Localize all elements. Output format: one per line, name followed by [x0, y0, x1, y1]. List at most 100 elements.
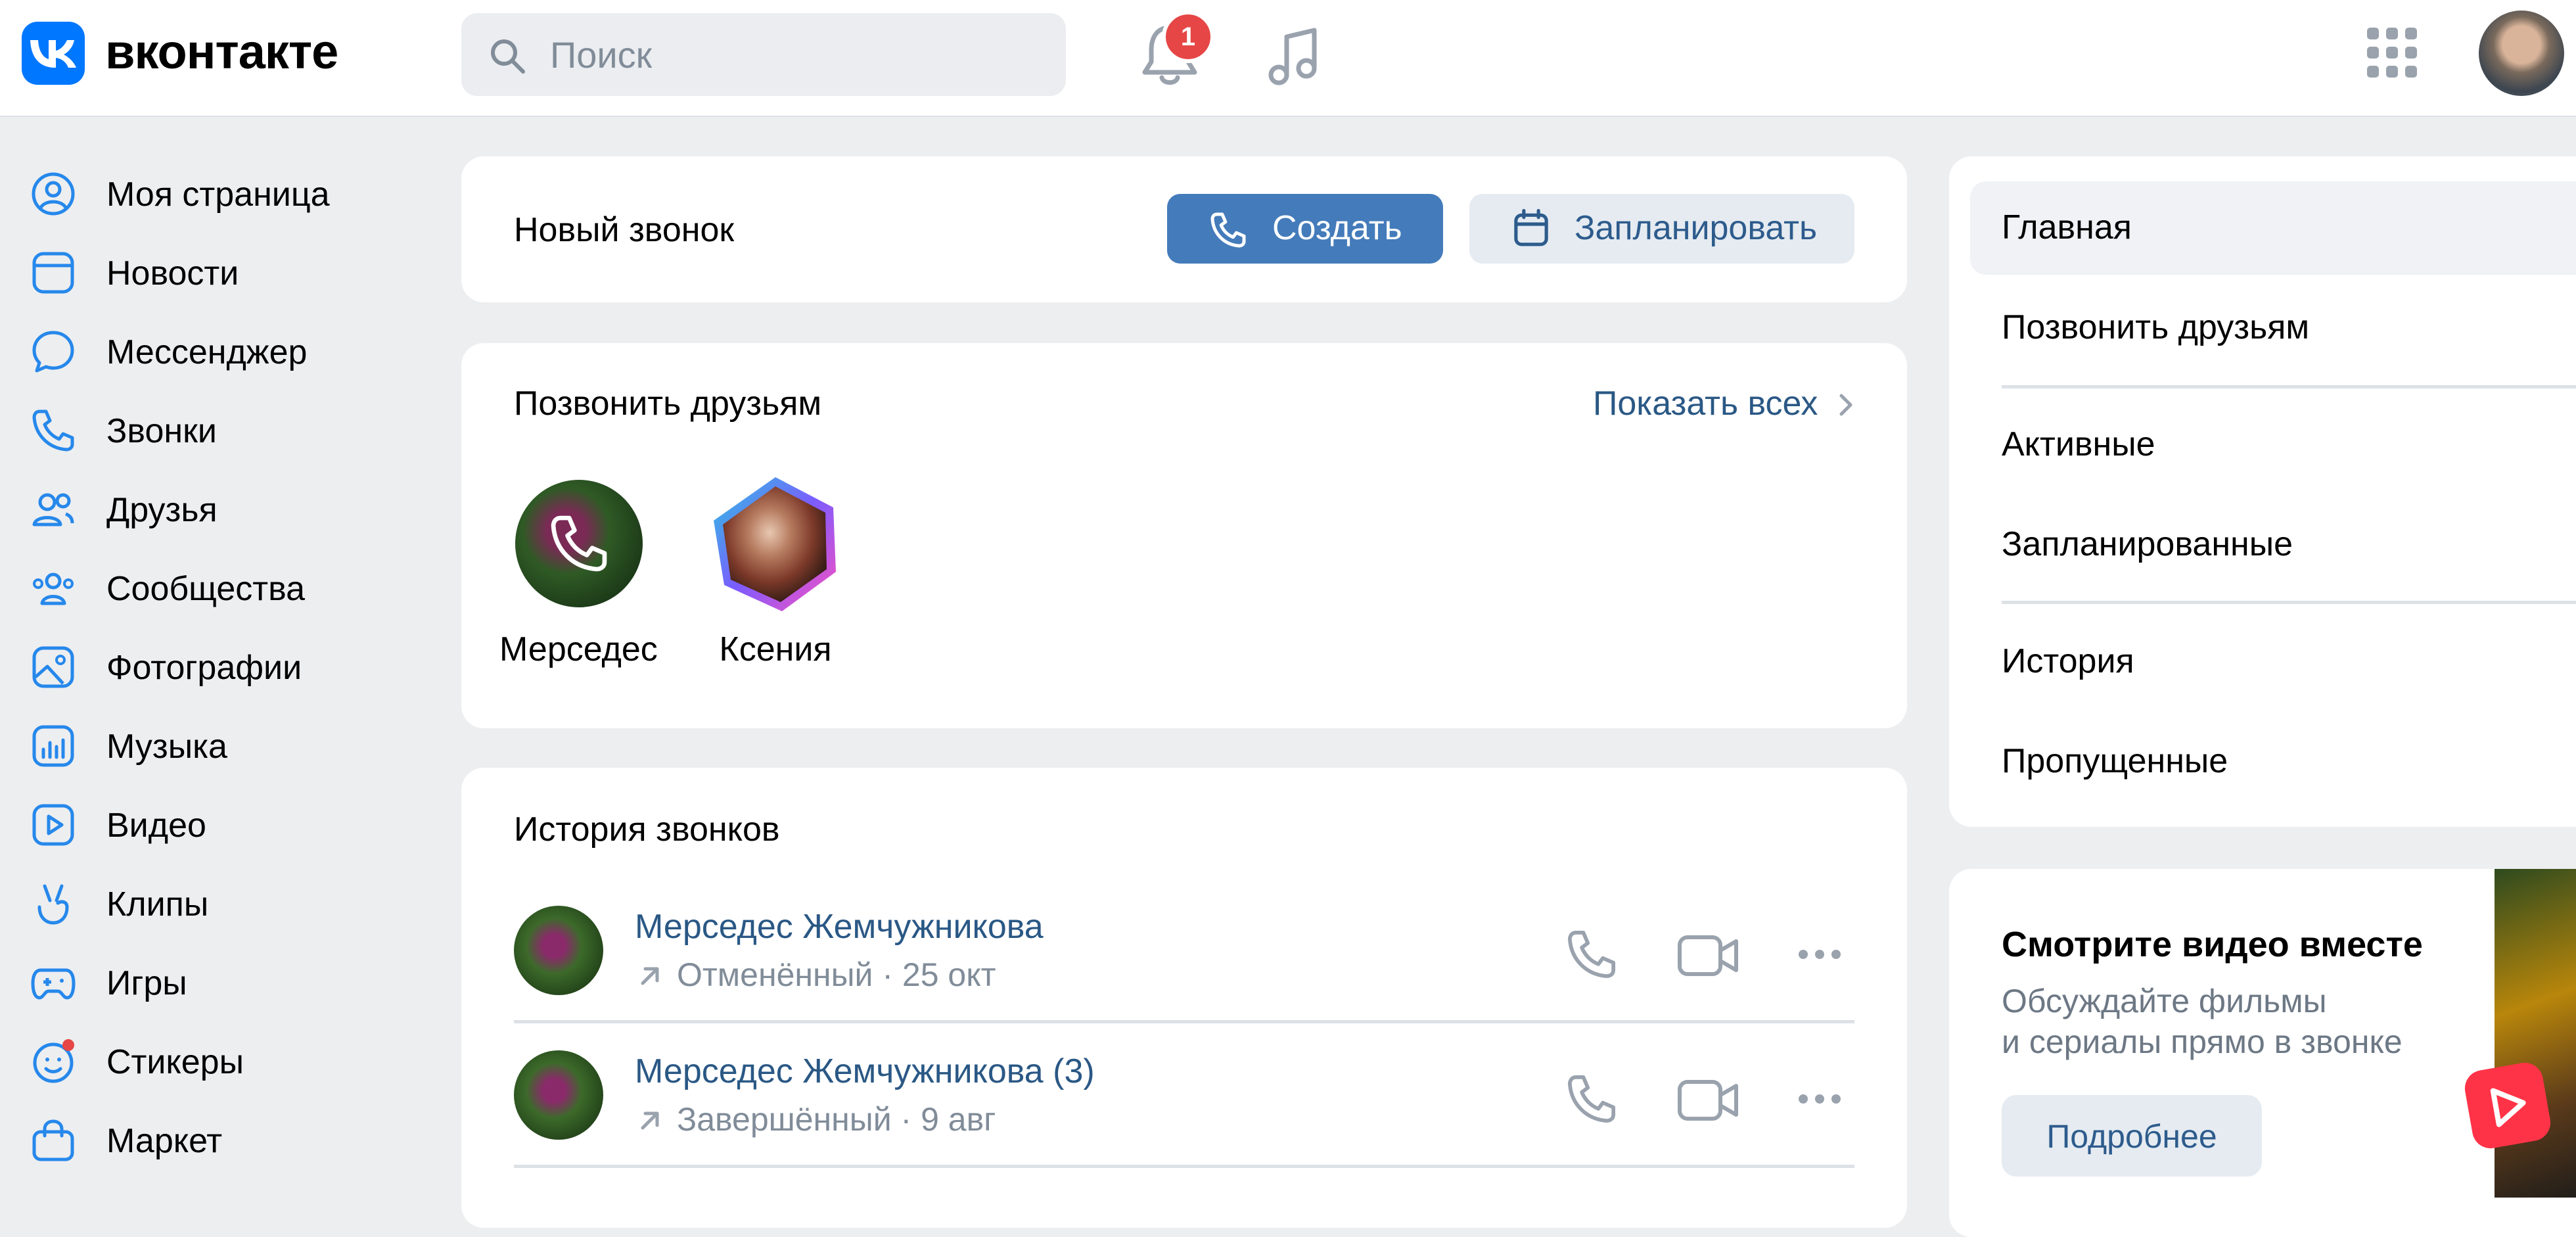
sidebar-item-clips[interactable]: Клипы: [26, 874, 421, 933]
history-row[interactable]: Мерседес Жемчужникова (3) Завершённый · …: [514, 1046, 1854, 1165]
row-divider: [514, 1165, 1854, 1168]
sidebar: Моя страница Новости Мессенджер Звонки Д…: [0, 164, 434, 1191]
sidebar-item-video[interactable]: Видео: [26, 795, 421, 854]
menu-item-history[interactable]: История: [2002, 642, 2134, 681]
call-friends-title: Позвонить друзьям: [514, 385, 822, 423]
vk-logo-icon[interactable]: [22, 22, 85, 85]
more-button-label: Подробнее: [2046, 1118, 2217, 1155]
create-call-button[interactable]: Создать: [1167, 194, 1443, 264]
menu-item-active[interactable]: Активные: [2002, 425, 2155, 464]
sidebar-item-photos[interactable]: Фотографии: [26, 638, 421, 697]
menu-divider: [2002, 601, 2576, 604]
menu-divider: [2002, 385, 2576, 388]
sidebar-item-label: Друзья: [106, 491, 218, 529]
menu-item-call-friends[interactable]: Позвонить друзьям: [2002, 308, 2309, 347]
sidebar-item-label: Музыка: [106, 728, 227, 766]
grid-icon: [2367, 28, 2417, 78]
games-icon: [31, 968, 76, 1000]
chevron-right-icon: [1839, 394, 1852, 416]
logo-text[interactable]: вконтакте: [105, 24, 338, 80]
outgoing-arrow-icon: [641, 967, 659, 985]
music-note-icon: [1268, 28, 1317, 85]
search-input[interactable]: Поиск: [461, 13, 1066, 96]
sidebar-item-stickers[interactable]: Стикеры: [26, 1032, 421, 1091]
video-camera-icon[interactable]: [1677, 1077, 1740, 1124]
call-status: Отменённый · 25 окт: [677, 956, 996, 993]
communities-icon: [33, 572, 74, 605]
top-bar: вконтакте Поиск 1: [0, 0, 2576, 117]
notification-badge: 1: [1162, 11, 1214, 63]
search-icon: [491, 39, 525, 74]
sidebar-item-my-page[interactable]: Моя страница: [26, 164, 421, 223]
contact-name[interactable]: Мерседес Жемчужникова: [635, 907, 1044, 946]
promo-illustration: [2495, 869, 2576, 1198]
contact-name[interactable]: Мерседес Жемчужникова (3): [635, 1052, 1095, 1091]
phone-icon: [1210, 212, 1246, 248]
sidebar-item-calls[interactable]: Звонки: [26, 401, 421, 460]
show-all-label: Показать всех: [1593, 385, 1818, 423]
more-icon[interactable]: [1797, 948, 1843, 961]
sidebar-item-label: Новости: [106, 254, 239, 292]
calendar-icon: [1514, 208, 1548, 246]
menu-item-main[interactable]: Главная: [2002, 208, 2132, 247]
sidebar-item-communities[interactable]: Сообщества: [26, 559, 421, 618]
sidebar-item-label: Сообщества: [106, 570, 306, 608]
create-label: Создать: [1272, 209, 1402, 247]
video-icon: [32, 804, 74, 846]
friend-name: Ксения: [719, 630, 832, 668]
more-icon[interactable]: [1797, 1092, 1843, 1106]
stickers-icon: [33, 1039, 74, 1083]
clips-icon: [37, 884, 69, 925]
sidebar-item-label: Игры: [106, 964, 187, 1002]
call-status: Завершённый · 9 авг: [677, 1101, 996, 1138]
sidebar-item-label: Клипы: [106, 885, 209, 923]
sidebar-item-market[interactable]: Маркет: [26, 1111, 421, 1170]
video-camera-icon[interactable]: [1677, 932, 1740, 979]
message-icon: [32, 331, 74, 373]
sidebar-item-label: Видео: [106, 806, 206, 845]
schedule-call-button[interactable]: Запланировать: [1469, 194, 1854, 264]
outgoing-arrow-icon: [641, 1111, 659, 1130]
call-history-title: История звонков: [514, 810, 780, 849]
contact-avatar: [514, 906, 603, 995]
music-button[interactable]: [1262, 22, 1327, 88]
sidebar-item-label: Стикеры: [106, 1043, 244, 1081]
friend-avatar: [714, 477, 836, 611]
sidebar-item-label: Мессенджер: [106, 333, 308, 371]
sidebar-item-games[interactable]: Игры: [26, 953, 421, 1012]
sidebar-item-label: Звонки: [106, 412, 217, 450]
menu-item-scheduled[interactable]: Запланированные: [2002, 525, 2293, 564]
menu-item-missed[interactable]: Пропущенные: [2002, 741, 2228, 781]
sidebar-item-label: Маркет: [106, 1122, 223, 1160]
phone-icon: [32, 409, 74, 452]
sidebar-item-music[interactable]: Музыка: [26, 716, 421, 776]
search-placeholder: Поиск: [550, 34, 653, 76]
sidebar-item-news[interactable]: Новости: [26, 243, 421, 302]
friends-icon: [32, 493, 74, 526]
market-bag-icon: [32, 1119, 74, 1161]
music-icon: [32, 725, 74, 767]
clip-play-icon: [2462, 1060, 2554, 1152]
new-call-title: Новый звонок: [514, 211, 735, 249]
friend-name: Мерседес: [499, 630, 658, 668]
more-button[interactable]: Подробнее: [2002, 1095, 2262, 1177]
history-row[interactable]: Мерседес Жемчужникова Отменённый · 25 ок…: [514, 902, 1854, 1020]
friend-item[interactable]: Ксения: [697, 473, 854, 677]
schedule-label: Запланировать: [1575, 209, 1818, 247]
show-all-link[interactable]: Показать всех: [1593, 384, 1856, 426]
friend-item[interactable]: Мерседес: [499, 480, 658, 677]
row-divider: [514, 1020, 1854, 1023]
apps-grid-button[interactable]: [2366, 26, 2418, 79]
profile-avatar[interactable]: [2479, 11, 2564, 96]
news-icon: [32, 252, 74, 294]
contact-avatar: [514, 1050, 603, 1140]
sidebar-item-messenger[interactable]: Мессенджер: [26, 322, 421, 381]
phone-icon[interactable]: [1565, 928, 1618, 981]
sidebar-item-friends[interactable]: Друзья: [26, 480, 421, 539]
sidebar-item-label: Моя страница: [106, 175, 330, 214]
promo-text-line1: Обсуждайте фильмы: [2002, 983, 2327, 1019]
phone-icon[interactable]: [1565, 1073, 1618, 1125]
photos-icon: [32, 646, 74, 688]
promo-text-line2: и сериалы прямо в звонке: [2002, 1023, 2403, 1060]
sidebar-item-label: Фотографии: [106, 649, 302, 687]
